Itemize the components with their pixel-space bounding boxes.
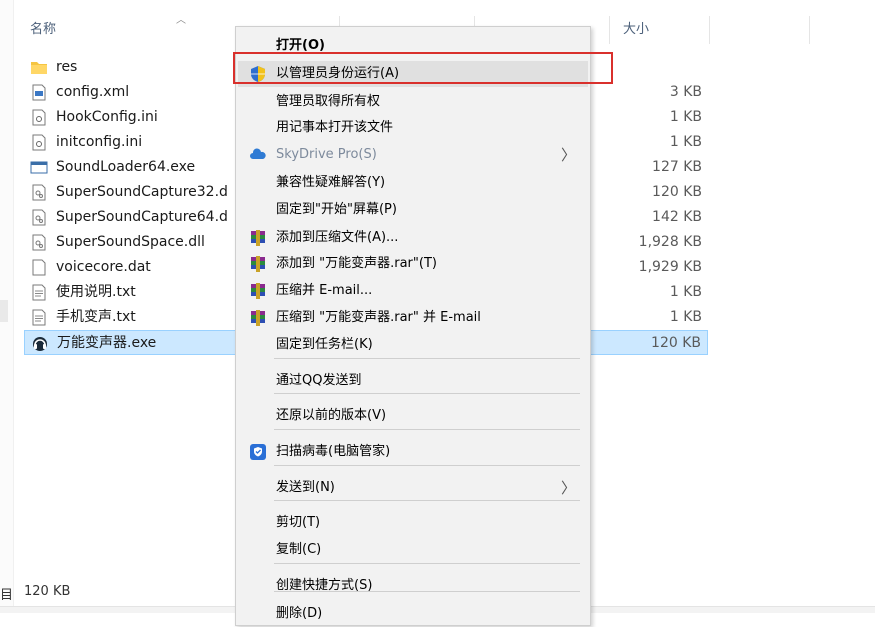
menu-item-11[interactable]: 压缩到 "万能变声器.rar" 并 E-mail (238, 305, 588, 331)
menu-item-label: 还原以前的版本(V) (276, 408, 387, 423)
file-name: SoundLoader64.exe (56, 159, 196, 175)
app-headset-icon (31, 335, 49, 352)
dll-file-icon (30, 234, 48, 251)
menu-item-10[interactable]: 压缩并 E-mail... (238, 278, 588, 304)
context-menu: 打开(O) 以管理员身份运行(A) 管理员取得所有权 用记事本打开该文件 SkyDriv… (235, 26, 591, 626)
file-size: 120 KB (652, 184, 702, 200)
menu-item-9[interactable]: 添加到 "万能变声器.rar"(T) (238, 251, 588, 277)
menu-item-13[interactable]: 通过QQ发送到 (238, 368, 588, 394)
menu-item-label: 用记事本打开该文件 (276, 120, 394, 135)
dll-file-icon (30, 209, 48, 226)
skydrive-cloud-icon (249, 146, 267, 164)
menu-item-15[interactable]: 扫描病毒(电脑管家) (238, 439, 588, 465)
dll-file-icon (30, 184, 48, 201)
file-name: SuperSoundCapture64.d (56, 209, 228, 225)
ini-file-icon (30, 134, 48, 151)
annotation-highlight-box (233, 52, 613, 84)
menu-item-19[interactable]: 创建快捷方式(S) (238, 573, 588, 599)
chevron-right-icon: 〉 (560, 146, 576, 164)
file-size: 1,929 KB (638, 259, 702, 275)
winrar-icon (249, 309, 267, 327)
menu-item-7[interactable]: 固定到"开始"屏幕(P) (238, 197, 588, 223)
menu-item-label: 管理员取得所有权 (276, 94, 381, 109)
menu-item-label: 添加到 "万能变声器.rar"(T) (276, 256, 437, 271)
navigation-pane-edge (0, 0, 14, 613)
file-name: config.xml (56, 84, 130, 100)
blank-file-icon (30, 259, 48, 276)
file-size: 1,928 KB (638, 234, 702, 250)
column-divider[interactable] (609, 16, 610, 44)
menu-item-6[interactable]: 兼容性疑难解答(Y) (238, 170, 588, 196)
menu-item-17[interactable]: 剪切(T) (238, 510, 588, 536)
file-name: 手机变声.txt (56, 309, 136, 325)
file-name: 使用说明.txt (56, 284, 136, 300)
menu-item-16[interactable]: 发送到(N) 〉 (238, 475, 588, 501)
ini-file-icon (30, 109, 48, 126)
file-size: 1 KB (669, 284, 702, 300)
menu-item-label: 固定到任务栏(K) (276, 337, 373, 352)
menu-item-12[interactable]: 固定到任务栏(K) (238, 332, 588, 358)
menu-item-label: 剪切(T) (276, 515, 321, 530)
text-file-icon (30, 284, 48, 301)
file-size: 3 KB (669, 84, 702, 100)
chevron-right-icon: 〉 (560, 479, 576, 497)
column-header-size[interactable]: 大小 (617, 14, 697, 46)
file-size: 120 KB (651, 335, 701, 351)
file-size: 1 KB (669, 309, 702, 325)
navigation-scroll-nub[interactable] (0, 300, 8, 322)
menu-item-label: 固定到"开始"屏幕(P) (276, 202, 397, 217)
winrar-icon (249, 282, 267, 300)
file-name: 万能变声器.exe (57, 335, 157, 351)
status-item-count: 目 (0, 588, 14, 603)
winrar-icon (249, 229, 267, 247)
file-name: HookConfig.ini (56, 109, 158, 125)
file-name: SuperSoundSpace.dll (56, 234, 205, 250)
menu-item-label: 兼容性疑难解答(Y) (276, 175, 386, 190)
status-selected-size: 120 KB (24, 584, 71, 599)
column-divider[interactable] (809, 16, 810, 44)
menu-item-label: 复制(C) (276, 542, 322, 557)
menu-item-label: 压缩到 "万能变声器.rar" 并 E-mail (276, 310, 481, 325)
file-size: 1 KB (669, 109, 702, 125)
menu-item-label: 通过QQ发送到 (276, 373, 362, 388)
menu-item-4[interactable]: 用记事本打开该文件 (238, 115, 588, 141)
menu-item-label: 压缩并 E-mail... (276, 283, 373, 298)
menu-item-20[interactable]: 删除(D) (238, 601, 588, 627)
menu-separator (274, 358, 580, 359)
file-name: voicecore.dat (56, 259, 151, 275)
menu-separator (274, 465, 580, 466)
file-size: 142 KB (652, 209, 702, 225)
text-file-icon (30, 309, 48, 326)
menu-item-18[interactable]: 复制(C) (238, 537, 588, 563)
menu-item-label: SkyDrive Pro(S) (276, 147, 377, 162)
file-name: res (56, 59, 78, 75)
menu-item-label: 扫描病毒(电脑管家) (276, 444, 391, 459)
exe-window-icon (30, 159, 48, 176)
folder-icon (30, 59, 48, 76)
menu-item-3[interactable]: 管理员取得所有权 (238, 89, 588, 115)
menu-item-label: 添加到压缩文件(A)... (276, 230, 399, 245)
file-name: SuperSoundCapture32.d (56, 184, 228, 200)
menu-item-5: SkyDrive Pro(S) 〉 (238, 142, 588, 168)
menu-separator (274, 429, 580, 430)
column-header-name[interactable]: 名称 (24, 14, 224, 46)
winrar-icon (249, 255, 267, 273)
pc-manager-shield-icon (249, 443, 267, 461)
column-divider[interactable] (709, 16, 710, 44)
file-size: 127 KB (652, 159, 702, 175)
menu-item-8[interactable]: 添加到压缩文件(A)... (238, 225, 588, 251)
menu-item-label: 删除(D) (276, 606, 323, 621)
menu-item-14[interactable]: 还原以前的版本(V) (238, 403, 588, 429)
file-name: initconfig.ini (56, 134, 143, 150)
xml-file-icon (30, 84, 48, 101)
menu-separator (274, 563, 580, 564)
file-size: 1 KB (669, 134, 702, 150)
menu-item-label: 创建快捷方式(S) (276, 578, 373, 593)
menu-item-label: 发送到(N) (276, 480, 335, 495)
